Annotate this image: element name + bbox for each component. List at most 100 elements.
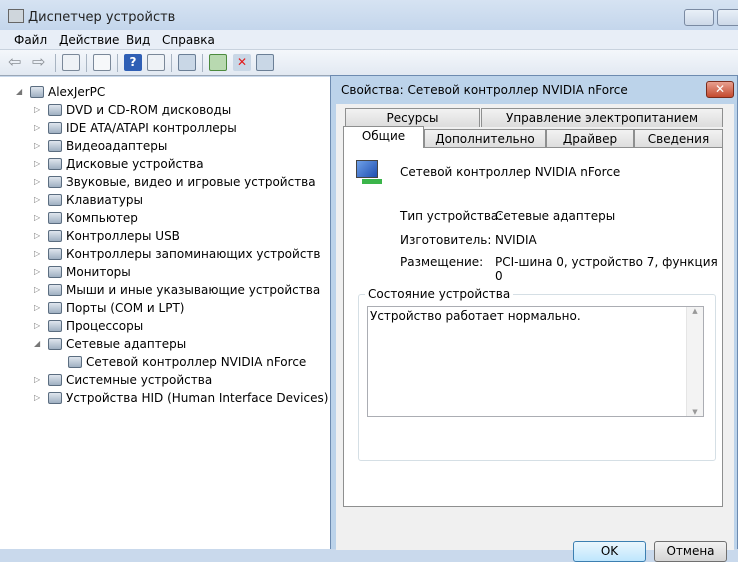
toolbar-separator [202,54,203,72]
back-icon[interactable]: ⇦ [8,54,26,71]
tree-item-label: Сетевой контроллер NVIDIA nForce [86,355,307,369]
device-manager-icon [8,9,24,23]
update-driver-icon[interactable] [209,54,227,71]
tree-item-label: Контроллеры USB [66,229,180,243]
forward-icon[interactable]: ⇨ [32,54,50,71]
expand-icon[interactable]: ▷ [34,245,40,263]
network-cable-icon [362,179,382,184]
tree-item-label: Порты (COM и LPT) [66,301,185,315]
device-category-icon [48,212,62,224]
expand-icon[interactable]: ▷ [34,191,40,209]
tree-item-label: IDE ATA/ATAPI контроллеры [66,121,237,135]
scan-hardware-icon[interactable] [178,54,196,71]
device-category-icon [48,284,62,296]
expand-icon[interactable]: ▷ [34,119,40,137]
tree-item-label: Видеоадаптеры [66,139,168,153]
expand-icon[interactable]: ▷ [34,155,40,173]
manufacturer-label: Изготовитель: [400,233,492,247]
tree-item-label: Звуковые, видео и игровые устройства [66,175,316,189]
tree-item-label: Контроллеры запоминающих устройств [66,247,321,261]
uninstall-device-icon[interactable] [256,54,274,71]
tab-resources[interactable]: Ресурсы [345,108,480,127]
location-label: Размещение: [400,255,484,269]
menu-bar: Файл Действие Вид Справка [0,30,738,50]
device-category-icon [48,248,62,260]
expand-icon[interactable]: ▷ [34,173,40,191]
tree-item-label: Компьютер [66,211,138,225]
tab-general[interactable]: Общие [343,126,424,148]
show-hide-tree-icon[interactable] [62,54,80,71]
device-status-group: Состояние устройства Устройство работает… [358,287,716,461]
device-category-icon [48,338,62,350]
vertical-scrollbar[interactable]: ▲ ▼ [686,307,703,416]
expand-icon[interactable]: ▷ [34,101,40,119]
tree-item-label: AlexJerPC [48,85,106,99]
manufacturer-value: NVIDIA [495,233,537,247]
toolbar: ⇦ ⇨ ? ✕ [0,50,738,76]
minimize-button[interactable] [684,9,714,26]
scroll-down-icon[interactable]: ▼ [687,408,703,416]
tree-item-label: Мониторы [66,265,131,279]
device-category-icon [48,302,62,314]
device-category-icon [48,140,62,152]
expand-icon[interactable]: ▷ [34,209,40,227]
expand-icon[interactable]: ▷ [34,299,40,317]
tab-advanced[interactable]: Дополнительно [424,129,546,148]
toolbar-separator [117,54,118,72]
device-category-icon [68,356,82,368]
close-button[interactable]: ✕ [706,81,734,98]
expand-icon[interactable]: ▷ [34,263,40,281]
collapse-icon[interactable]: ◢ [16,83,22,101]
expand-icon[interactable]: ▷ [34,137,40,155]
device-category-icon [48,104,62,116]
tab-details[interactable]: Сведения [634,129,723,148]
title-bar: Диспетчер устройств [0,0,738,30]
device-category-icon [48,176,62,188]
expand-icon[interactable]: ▷ [34,389,40,407]
general-panel: Сетевой контроллер NVIDIA nForce Тип уст… [343,147,723,507]
cancel-button[interactable]: Отмена [654,541,727,562]
device-category-icon [48,374,62,386]
scroll-up-icon[interactable]: ▲ [687,307,703,315]
tree-item-label: Системные устройства [66,373,213,387]
properties-icon[interactable] [93,54,111,71]
ok-button[interactable]: OK [573,541,646,562]
device-category-icon [48,266,62,278]
menu-help[interactable]: Справка [162,33,215,47]
tree-item-label: Устройства HID (Human Interface Devices) [66,391,329,405]
action-pane-icon[interactable] [147,54,165,71]
dialog-title: Свойства: Сетевой контроллер NVIDIA nFor… [341,83,628,97]
tree-item-label: DVD и CD-ROM дисководы [66,103,232,117]
device-category-icon [48,194,62,206]
window-title: Диспетчер устройств [28,10,176,25]
menu-action[interactable]: Действие [59,33,119,47]
expand-icon[interactable]: ▷ [34,281,40,299]
tree-item-label: Мыши и иные указывающие устройства [66,283,321,297]
device-status-text: Устройство работает нормально. [370,309,581,323]
device-type-value: Сетевые адаптеры [495,209,616,223]
toolbar-separator [86,54,87,72]
expand-icon[interactable]: ▷ [34,371,40,389]
disable-device-icon[interactable]: ✕ [233,54,251,71]
maximize-button[interactable] [717,9,738,26]
location-value: PCI-шина 0, устройство 7, функция 0 [495,255,718,283]
device-status-label: Состояние устройства [365,287,514,301]
device-type-label: Тип устройства: [400,209,503,223]
tab-driver[interactable]: Драйвер [546,129,634,148]
menu-file[interactable]: Файл [14,33,47,47]
dialog-body: Ресурсы Управление электропитанием Общие… [336,104,734,562]
toolbar-separator [171,54,172,72]
tree-item-label: Дисковые устройства [66,157,204,171]
device-category-icon [48,122,62,134]
tab-power-management[interactable]: Управление электропитанием [481,108,723,127]
toolbar-separator [55,54,56,72]
device-status-textarea[interactable]: Устройство работает нормально. ▲ ▼ [367,306,704,417]
collapse-icon[interactable]: ◢ [34,335,40,353]
help-icon[interactable]: ? [124,54,142,71]
menu-view[interactable]: Вид [126,33,150,47]
device-category-icon [48,320,62,332]
expand-icon[interactable]: ▷ [34,227,40,245]
device-name: Сетевой контроллер NVIDIA nForce [400,165,621,179]
expand-icon[interactable]: ▷ [34,317,40,335]
device-tree: ◢ AlexJerPC ▷ DVD и CD-ROM дисководы ▷ IDE … [0,77,330,549]
